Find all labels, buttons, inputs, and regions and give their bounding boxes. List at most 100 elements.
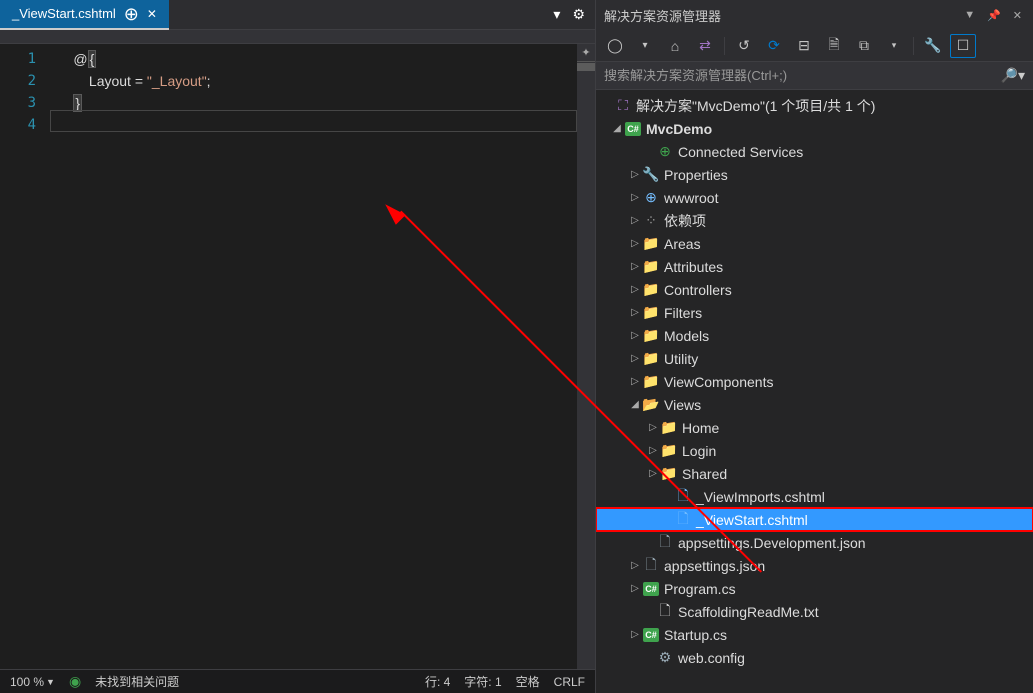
folder-open-icon: 📂 xyxy=(642,396,660,413)
tree-item[interactable]: 🗋 appsettings.Development.json xyxy=(596,531,1033,554)
show-all-icon[interactable]: 🗎 xyxy=(821,34,847,58)
tree-item[interactable]: ▷ 📁 Home xyxy=(596,416,1033,439)
expander-icon[interactable]: ▷ xyxy=(628,353,642,364)
expander-icon[interactable]: ▷ xyxy=(646,445,660,456)
tree-item[interactable]: ▷ ⊕ wwwroot xyxy=(596,186,1033,209)
editor-tab[interactable]: _ViewStart.cshtml ⊕ ✕ xyxy=(0,0,169,30)
expander-icon[interactable]: ▷ xyxy=(628,215,642,226)
solution-node[interactable]: ⛶ 解决方案"MvcDemo"(1 个项目/共 1 个) xyxy=(596,94,1033,117)
folder-icon: 📁 xyxy=(642,327,660,344)
expander-icon[interactable]: ◢ xyxy=(610,123,624,134)
refresh-icon[interactable]: ⟳ xyxy=(761,34,787,58)
globe-icon: ⊕ xyxy=(642,189,660,206)
wrench-icon: 🔧 xyxy=(642,166,660,183)
tree-item[interactable]: ▷ 📁 Login xyxy=(596,439,1033,462)
search-icon[interactable]: 🔎▾ xyxy=(1001,67,1025,84)
connected-services-icon: ⊕ xyxy=(656,143,674,160)
tree-item[interactable]: ▷ 📁 Attributes xyxy=(596,255,1033,278)
folder-icon: 📁 xyxy=(642,350,660,367)
expander-icon[interactable]: ▷ xyxy=(628,330,642,341)
expander-icon[interactable]: ◢ xyxy=(628,399,642,410)
expander-icon[interactable]: ▷ xyxy=(628,583,642,594)
code-editor[interactable]: @{ Layout = "_Layout"; } xyxy=(50,44,577,669)
tree-item[interactable]: ▷ 📁 Controllers xyxy=(596,278,1033,301)
tree-item[interactable]: ⊕ Connected Services xyxy=(596,140,1033,163)
cshtml-file-icon: 🗋 xyxy=(674,485,692,509)
project-node[interactable]: ◢ C# MvcDemo xyxy=(596,117,1033,140)
close-tab-icon[interactable]: ✕ xyxy=(147,7,157,21)
expander-icon[interactable]: ▷ xyxy=(646,468,660,479)
indent-indicator[interactable]: 空格 xyxy=(516,673,540,690)
tree-item[interactable]: ▷ 📁 Areas xyxy=(596,232,1033,255)
expander-icon[interactable]: ▷ xyxy=(628,238,642,249)
tree-item[interactable]: ▷ 📁 Shared xyxy=(596,462,1033,485)
tree-item[interactable]: ▷ 🔧 Properties xyxy=(596,163,1033,186)
cs-file-icon: C# xyxy=(642,628,660,642)
tree-item-viewstart[interactable]: 🗋 _ViewStart.cshtml xyxy=(596,508,1033,531)
panel-title: 解决方案资源管理器 xyxy=(604,6,955,25)
expander-icon[interactable]: ▷ xyxy=(628,169,642,180)
preview-icon[interactable]: ⧉ xyxy=(851,34,877,58)
line-indicator[interactable]: 行: 4 xyxy=(425,673,450,690)
scroll-annotation-bar[interactable]: ✦ xyxy=(577,44,595,669)
tree-item[interactable]: ▷ C# Startup.cs xyxy=(596,623,1033,646)
cs-file-icon: C# xyxy=(642,582,660,596)
expander-icon[interactable]: ▷ xyxy=(628,284,642,295)
tree-item[interactable]: 🗋 ScaffoldingReadMe.txt xyxy=(596,600,1033,623)
folder-icon: 📁 xyxy=(642,258,660,275)
close-icon[interactable]: ✕ xyxy=(1010,9,1025,22)
switch-view-icon[interactable]: ⇄ xyxy=(692,34,718,58)
preview-selected-icon[interactable]: ☐ xyxy=(950,34,976,58)
tree-item[interactable]: ▷ C# Program.cs xyxy=(596,577,1033,600)
sync-icon[interactable]: ↺ xyxy=(731,34,757,58)
home-icon[interactable]: ⌂ xyxy=(662,34,688,58)
tree-item[interactable]: ▷ 📁 Filters xyxy=(596,301,1033,324)
expander-icon[interactable]: ▷ xyxy=(628,192,642,203)
tree-item[interactable]: ▷ 📁 ViewComponents xyxy=(596,370,1033,393)
col-indicator[interactable]: 字符: 1 xyxy=(464,673,501,690)
expander-icon[interactable]: ▷ xyxy=(628,307,642,318)
tree-item[interactable]: 🗋 _ViewImports.cshtml xyxy=(596,485,1033,508)
lineend-indicator[interactable]: CRLF xyxy=(554,675,585,689)
solution-explorer-panel: 解决方案资源管理器 ▼ 📌 ✕ ◯ ▾ ⌂ ⇄ ↺ ⟳ ⊟ 🗎 ⧉ ▾ 🔧 ☐ … xyxy=(595,0,1033,693)
tree-item[interactable]: ▷ ⁘ 依赖项 xyxy=(596,209,1033,232)
line-gutter: 1 2 3 4 xyxy=(0,44,50,669)
collapse-icon[interactable]: ⊟ xyxy=(791,34,817,58)
json-file-icon: 🗋 xyxy=(656,531,674,555)
settings-gear-icon[interactable]: ⚙ xyxy=(572,6,585,23)
split-editor-icon[interactable]: ✦ xyxy=(577,44,595,62)
folder-icon: 📁 xyxy=(642,373,660,390)
solution-toolbar: ◯ ▾ ⌂ ⇄ ↺ ⟳ ⊟ 🗎 ⧉ ▾ 🔧 ☐ xyxy=(596,30,1033,62)
dropdown-icon[interactable]: ▾ xyxy=(881,34,907,58)
dropdown-icon[interactable]: ▾ xyxy=(553,6,560,23)
tree-item[interactable]: ▷ 🗋 appsettings.json xyxy=(596,554,1033,577)
tree-item[interactable]: ▷ 📁 Utility xyxy=(596,347,1033,370)
expander-icon[interactable]: ▷ xyxy=(628,560,642,571)
tree-item[interactable]: ▷ 📁 Models xyxy=(596,324,1033,347)
pin-icon[interactable]: 📌 xyxy=(984,9,1004,22)
folder-icon: 📁 xyxy=(642,281,660,298)
dropdown-icon[interactable]: ▼ xyxy=(961,9,978,21)
config-file-icon: ⚙ xyxy=(656,649,674,666)
back-icon[interactable]: ◯ xyxy=(602,34,628,58)
solution-tree[interactable]: ⛶ 解决方案"MvcDemo"(1 个项目/共 1 个) ◢ C# MvcDem… xyxy=(596,90,1033,693)
panel-header: 解决方案资源管理器 ▼ 📌 ✕ xyxy=(596,0,1033,30)
tree-item[interactable]: ⚙ web.config xyxy=(596,646,1033,669)
json-file-icon: 🗋 xyxy=(642,554,660,578)
forward-icon[interactable]: ▾ xyxy=(632,34,658,58)
expander-icon[interactable]: ▷ xyxy=(628,261,642,272)
editor-area[interactable]: 1 2 3 4 @{ Layout = "_Layout"; } ✦ xyxy=(0,44,595,669)
properties-icon[interactable]: 🔧 xyxy=(920,34,946,58)
navigation-bar[interactable] xyxy=(0,30,595,44)
expander-icon[interactable]: ▷ xyxy=(628,376,642,387)
search-bar[interactable]: 🔎▾ xyxy=(596,62,1033,90)
status-bar: 100 % ▼ ◉ 未找到相关问题 行: 4 字符: 1 空格 CRLF xyxy=(0,669,595,693)
check-icon: ◉ xyxy=(69,673,81,690)
expander-icon[interactable]: ▷ xyxy=(646,422,660,433)
issues-status[interactable]: 未找到相关问题 xyxy=(95,673,179,690)
expander-icon[interactable]: ▷ xyxy=(628,629,642,640)
search-input[interactable] xyxy=(604,68,1001,83)
tree-item-views[interactable]: ◢ 📂 Views xyxy=(596,393,1033,416)
zoom-level[interactable]: 100 % ▼ xyxy=(10,675,55,689)
editor-pane: _ViewStart.cshtml ⊕ ✕ ▾ ⚙ 1 2 3 4 @{ Lay… xyxy=(0,0,595,693)
